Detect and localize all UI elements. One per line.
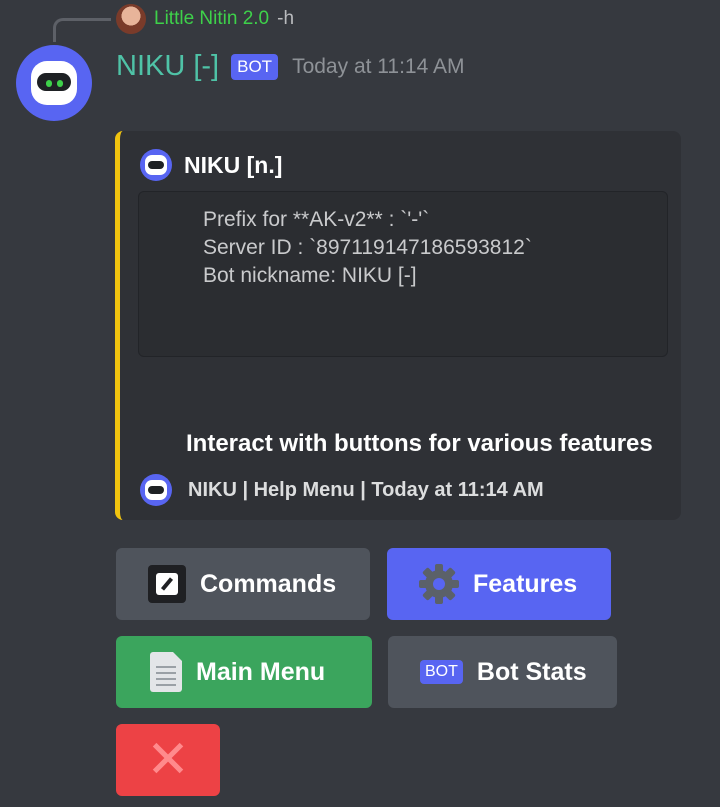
bot-badge-icon: BOT [420,660,463,684]
main-menu-button-label: Main Menu [196,657,326,686]
edit-square-icon [148,565,186,603]
document-icon [150,652,182,692]
help-embed: NIKU [n.] Prefix for **AK-v2** : `'-'` S… [115,131,681,520]
close-icon: ✕ [146,731,190,789]
nickname-line: Bot nickname: NIKU [-] [203,264,417,287]
main-menu-button[interactable]: Main Menu [116,636,372,708]
embed-footer-text: NIKU | Help Menu | Today at 11:14 AM [188,478,544,501]
reply-username[interactable]: Little Nitin 2.0 [154,8,269,30]
robot-icon [31,61,77,105]
message-author[interactable]: NIKU [-] [116,50,219,83]
reply-reference[interactable]: Little Nitin 2.0 -h [116,4,294,34]
commands-button-label: Commands [200,569,337,598]
embed-author-robot-icon [140,149,172,181]
bot-avatar[interactable] [16,45,92,121]
reply-avatar[interactable] [116,4,146,34]
embed-author: NIKU [n.] [140,149,282,181]
prefix-line: Prefix for **AK-v2** : `'-'` [203,208,430,231]
embed-author-name: NIKU [n.] [184,151,283,178]
embed-footer: NIKU | Help Menu | Today at 11:14 AM [140,474,544,506]
commands-button[interactable]: Commands [116,548,370,620]
message-timestamp: Today at 11:14 AM [292,54,465,78]
embed-footer-robot-icon [140,474,172,506]
features-button-label: Features [473,569,578,598]
features-button[interactable]: Features [387,548,611,620]
code-block: Prefix for **AK-v2** : `'-'` Server ID :… [138,191,668,357]
bot-stats-button-label: Bot Stats [476,657,587,686]
reply-connector [53,18,111,42]
embed-description: Interact with buttons for various featur… [186,430,653,457]
server-id-line: Server ID : `897119147186593812` [203,236,532,259]
close-button[interactable]: ✕ [116,724,220,796]
bot-badge: BOT [231,53,279,80]
reply-text[interactable]: -h [277,8,294,30]
gear-icon [419,564,459,604]
message-header: NIKU [-] BOT Today at 11:14 AM [116,50,464,83]
bot-stats-button[interactable]: BOT Bot Stats [388,636,617,708]
